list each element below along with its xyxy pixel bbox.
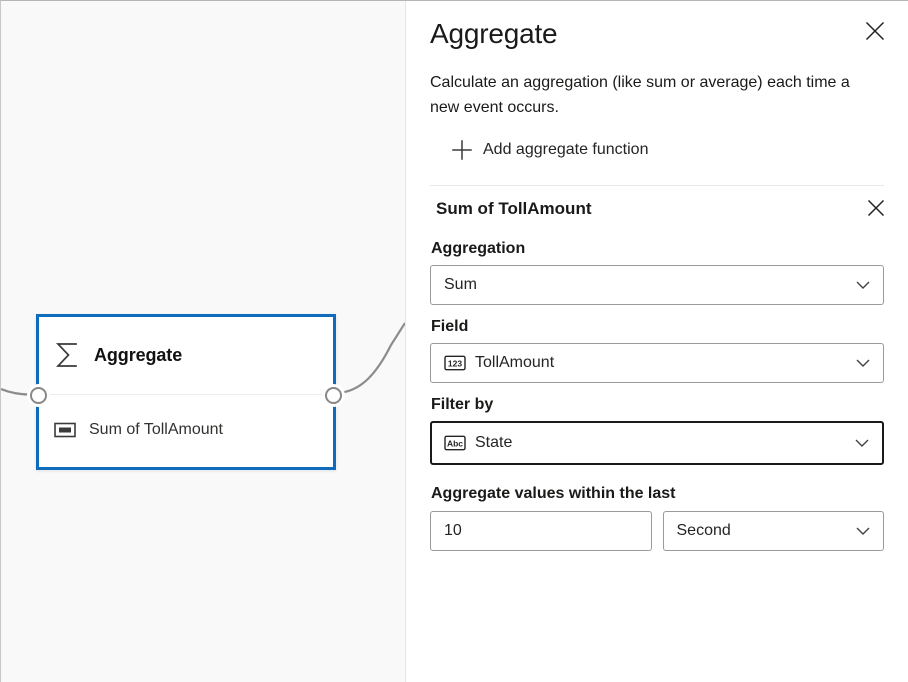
svg-text:Abc: Abc [447,438,463,448]
field-label: Field [431,318,884,336]
panel-description: Calculate an aggregation (like sum or av… [430,70,870,120]
aggregate-window-amount-value: 10 [444,522,640,540]
aggregate-node-field-label: Sum of TollAmount [89,421,223,439]
page-title: Aggregate [430,1,884,50]
aggregation-dropdown[interactable]: Sum [430,265,884,305]
close-icon [864,196,888,220]
string-type-icon: Abc [444,435,466,451]
chevron-down-icon [853,434,871,452]
app-root: Aggregate Sum of TollAmount Aggregate [0,0,908,682]
chevron-down-icon [854,522,872,540]
aggregate-function-header: Sum of TollAmount [430,186,884,232]
node-divider [46,394,326,395]
aggregate-settings-panel: Aggregate Calculate an aggregation (like… [405,1,908,682]
field-column-icon [54,422,76,438]
close-panel-button[interactable] [862,18,888,44]
aggregate-function-title: Sum of TollAmount [436,199,592,219]
add-aggregate-function-label: Add aggregate function [483,141,648,159]
aggregate-node[interactable]: Aggregate Sum of TollAmount [36,314,336,470]
aggregate-node-title: Aggregate [94,345,182,366]
aggregate-node-header: Aggregate [39,317,333,393]
aggregate-window-amount-input[interactable]: 10 [430,511,652,551]
chevron-down-icon [854,354,872,372]
filter-by-label: Filter by [431,396,884,414]
aggregate-node-body: Sum of TollAmount [39,393,333,467]
filter-by-dropdown[interactable]: Abc State [430,421,884,465]
close-icon [862,18,888,44]
chevron-down-icon [854,276,872,294]
output-port[interactable] [325,387,342,404]
plus-icon [450,138,474,162]
aggregation-label: Aggregation [431,240,884,258]
aggregate-function-section: Sum of TollAmount Aggregation Sum Field [406,186,908,551]
sigma-icon [54,341,80,369]
flow-canvas[interactable]: Aggregate Sum of TollAmount [1,1,405,682]
panel-header: Aggregate Calculate an aggregation (like… [406,1,908,186]
input-port[interactable] [30,387,47,404]
field-value: TollAmount [475,354,854,372]
filter-by-value: State [475,434,853,452]
aggregation-value: Sum [444,276,854,294]
aggregate-window-unit-value: Second [677,522,855,540]
aggregate-window-unit-dropdown[interactable]: Second [663,511,885,551]
aggregate-window-label: Aggregate values within the last [431,485,884,503]
add-aggregate-function-button[interactable]: Add aggregate function [450,138,720,162]
field-dropdown[interactable]: 123 TollAmount [430,343,884,383]
remove-aggregate-function-button[interactable] [864,196,888,220]
svg-text:123: 123 [448,358,462,368]
aggregate-window-row: 10 Second [430,511,884,551]
number-type-icon: 123 [444,355,466,371]
